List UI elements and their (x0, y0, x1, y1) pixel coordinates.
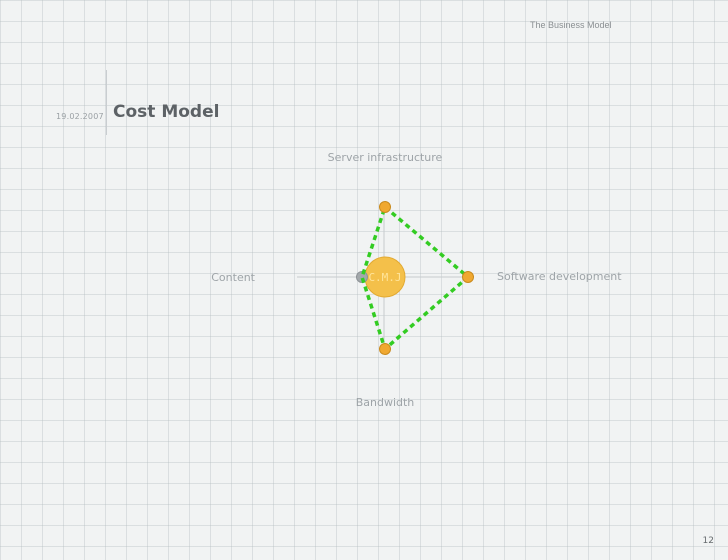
software-development-node (462, 271, 474, 283)
center-label: C.M.J (368, 271, 401, 284)
axis-label-left: Content (211, 271, 255, 284)
cost-model-diagram: C.M.J Server infrastructure Software dev… (211, 151, 622, 409)
page-number: 12 (702, 536, 714, 546)
axis-label-right: Software development (497, 270, 622, 283)
server-infrastructure-node (379, 201, 391, 213)
bandwidth-node (379, 343, 391, 355)
axis-label-top: Server infrastructure (328, 151, 443, 164)
axis-label-bottom: Bandwidth (356, 396, 415, 409)
